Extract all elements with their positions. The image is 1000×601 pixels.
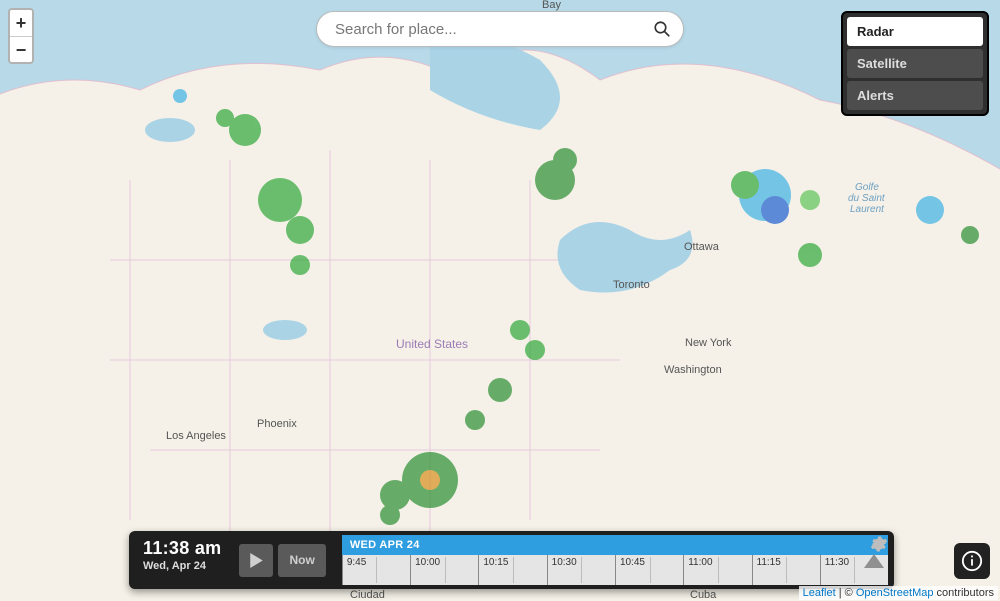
timeline-settings-button[interactable] — [870, 535, 888, 558]
zoom-in-button[interactable]: + — [10, 10, 32, 36]
timeline-tick: 10:15 — [478, 555, 546, 585]
search-bar — [316, 11, 684, 47]
attribution: Leaflet | © OpenStreetMap contributors — [799, 586, 998, 600]
timeline-tick: 10:00 — [410, 555, 478, 585]
timeline-header: WED APR 24 — [342, 535, 888, 555]
sea-label: Golfe — [855, 182, 879, 193]
search-icon — [653, 20, 671, 38]
svg-text:du Saint: du Saint — [848, 193, 886, 204]
timeline-scale[interactable]: 9:45 10:00 10:15 10:30 10:45 11:00 11:15… — [342, 555, 888, 585]
city-label: Ottawa — [684, 241, 720, 253]
osm-link[interactable]: OpenStreetMap — [856, 587, 934, 599]
search-input[interactable] — [317, 21, 641, 38]
timeline-control: 11:38 am Wed, Apr 24 Now WED APR 24 9:45… — [129, 531, 894, 589]
zoom-out-button[interactable]: − — [10, 36, 32, 62]
zoom-control: + − — [8, 8, 34, 64]
search-button[interactable] — [641, 11, 683, 47]
info-icon — [961, 550, 983, 572]
layer-tab-radar[interactable]: Radar — [847, 17, 983, 46]
layer-panel: Radar Satellite Alerts — [841, 11, 989, 116]
timeline-tick: 10:30 — [547, 555, 615, 585]
svg-text:Laurent: Laurent — [850, 204, 885, 215]
city-label: Phoenix — [257, 418, 297, 430]
timeline-date: Wed, Apr 24 — [143, 560, 221, 572]
timeline-tick: 11:15 — [752, 555, 820, 585]
city-label: Ciudad — [350, 589, 385, 601]
timeline-tick: 10:45 — [615, 555, 683, 585]
now-button[interactable]: Now — [278, 544, 325, 577]
layer-tab-alerts[interactable]: Alerts — [847, 81, 983, 110]
city-label: Bay — [542, 0, 561, 11]
city-label: Toronto — [613, 279, 650, 291]
timeline-tick: 9:45 — [342, 555, 410, 585]
timeline-tick: 11:00 — [683, 555, 751, 585]
country-label: United States — [396, 337, 468, 351]
city-label: Cuba — [690, 589, 717, 601]
city-label: New York — [685, 337, 732, 349]
play-icon — [250, 553, 263, 568]
timeline-track[interactable]: WED APR 24 9:45 10:00 10:15 10:30 10:45 … — [342, 535, 888, 585]
city-label: Los Angeles — [166, 430, 226, 442]
layer-tab-satellite[interactable]: Satellite — [847, 49, 983, 78]
gear-icon — [870, 535, 888, 553]
play-button[interactable] — [239, 544, 273, 577]
info-button[interactable] — [954, 543, 990, 579]
city-label: Washington — [664, 364, 722, 376]
timeline-time-block: 11:38 am Wed, Apr 24 — [129, 531, 233, 589]
leaflet-link[interactable]: Leaflet — [803, 587, 836, 599]
timeline-time: 11:38 am — [143, 538, 221, 559]
